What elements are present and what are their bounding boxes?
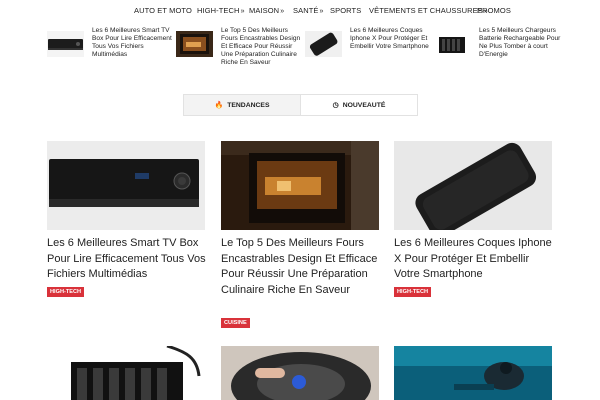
strip-item-label: Les 6 Meilleures Coques Iphone X Pour Pr… [350, 27, 429, 50]
robot-vacuum-image[interactable] [221, 346, 379, 400]
chevron-right-icon: » [280, 8, 285, 15]
article-title[interactable]: Le Top 5 Des Meilleurs Fours Encastrable… [221, 236, 381, 298]
category-badge[interactable]: HIGH-TECH [394, 287, 432, 297]
chevron-right-icon: » [240, 8, 245, 15]
nav-promos[interactable]: PROMOS [477, 6, 511, 15]
diving-image[interactable] [394, 346, 552, 400]
clock-icon: ◷ [332, 102, 339, 109]
oven-thumbnail [176, 31, 213, 57]
nav-vetements[interactable]: VÊTEMENTS ET CHAUSSURES» [369, 6, 488, 15]
battery-charger-image[interactable] [47, 346, 205, 400]
nav-high-tech[interactable]: HIGH-TECH» [197, 6, 245, 15]
article-title[interactable]: Les 6 Meilleures Smart TV Box Pour Lire … [47, 236, 207, 283]
phone-case-thumbnail [305, 31, 342, 57]
strip-item-label: Les 6 Meilleures Smart TV Box Pour Lire … [92, 27, 172, 58]
tab-tendances[interactable]: 🔥 TENDANCES [184, 95, 301, 115]
tv-box-image[interactable] [47, 141, 205, 230]
tab-nouveaute[interactable]: ◷ NOUVEAUTÉ [301, 95, 417, 115]
tv-box-thumbnail [47, 31, 84, 57]
chevron-right-icon: » [319, 8, 324, 15]
category-badge[interactable]: CUISINE [221, 318, 250, 328]
category-badge[interactable]: HIGH-TECH [47, 287, 85, 297]
strip-item-label: Le Top 5 Des Meilleurs Fours Encastrable… [221, 27, 301, 66]
oven-image[interactable] [221, 141, 379, 230]
battery-charger-thumbnail [434, 31, 471, 57]
nav-maison[interactable]: MAISON» [249, 6, 284, 15]
nav-sante[interactable]: SANTÉ» [293, 6, 324, 15]
nav-auto-moto[interactable]: AUTO ET MOTO [134, 6, 192, 15]
flame-icon: 🔥 [214, 102, 224, 109]
strip-item-label: Les 5 Meilleurs Chargeurs Batterie Recha… [479, 27, 561, 58]
feed-tabs: 🔥 TENDANCES ◷ NOUVEAUTÉ [183, 94, 418, 116]
main-nav: AUTO ET MOTO HIGH-TECH» MAISON» SANTÉ» S… [0, 0, 600, 20]
article-title[interactable]: Les 6 Meilleures Coques Iphone X Pour Pr… [394, 236, 554, 283]
phone-case-image[interactable] [394, 141, 552, 230]
nav-sports[interactable]: SPORTS [330, 6, 361, 15]
